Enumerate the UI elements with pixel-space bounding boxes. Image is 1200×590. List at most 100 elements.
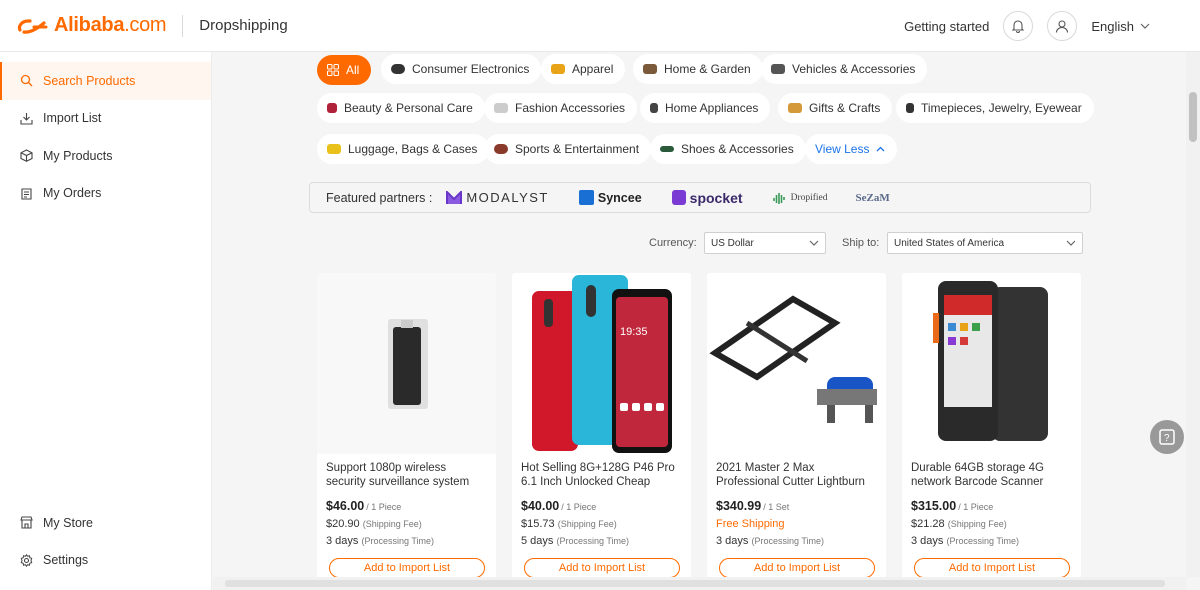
product-image[interactable]: [317, 273, 496, 454]
category-label: Consumer Electronics: [412, 62, 530, 76]
product-shipping: $15.73 (Shipping Fee): [521, 518, 617, 530]
category-chip-home-garden[interactable]: Home & Garden: [633, 54, 763, 84]
category-label: Gifts & Crafts: [809, 101, 881, 115]
category-chip-luggage[interactable]: Luggage, Bags & Cases: [317, 134, 490, 164]
watch-icon: [906, 103, 914, 113]
home-garden-icon: [643, 64, 657, 74]
featured-partners-bar: Featured partners : MODALYST Syncee spoc…: [309, 182, 1091, 213]
category-chip-apparel[interactable]: Apparel: [541, 54, 626, 84]
product-processing: 3 days (Processing Time): [326, 535, 435, 547]
barcode-scanner-image: [902, 273, 1081, 454]
product-card[interactable]: 19:35 Hot Selling 8G+128G P46 Pro 6.1 In…: [512, 273, 691, 577]
product-card[interactable]: Support 1080p wireless security surveill…: [317, 273, 496, 577]
sidebar-item-my-store[interactable]: My Store: [0, 504, 211, 542]
partner-spocket[interactable]: spocket: [671, 190, 743, 206]
language-selector[interactable]: English: [1091, 19, 1150, 34]
search-icon: [20, 75, 33, 87]
partner-name: Syncee: [597, 190, 642, 205]
ship-to-select[interactable]: United States of America: [887, 232, 1083, 254]
fashion-icon: [494, 103, 508, 113]
category-chip-vehicles-accessories[interactable]: Vehicles & Accessories: [761, 54, 928, 84]
partner-sezam[interactable]: SeZaM: [856, 192, 890, 204]
category-chip-consumer-electronics[interactable]: Consumer Electronics: [381, 54, 542, 84]
product-title[interactable]: Support 1080p wireless security surveill…: [326, 461, 488, 489]
sidebar-item-label: My Products: [43, 148, 113, 163]
spocket-logo-icon: [671, 190, 686, 205]
add-to-import-list-button[interactable]: Add to Import List: [719, 558, 875, 577]
partner-name: SeZaM: [855, 191, 890, 204]
category-chip-gifts-crafts[interactable]: Gifts & Crafts: [778, 93, 893, 123]
getting-started-link[interactable]: Getting started: [904, 19, 989, 34]
feedback-icon: ?: [1159, 429, 1175, 445]
view-less-button[interactable]: View Less: [805, 134, 898, 164]
smartphone-image: 19:35: [512, 273, 691, 454]
syncee-logo-icon: [578, 190, 594, 205]
sidebar-item-my-products[interactable]: My Products: [0, 137, 211, 175]
clipboard-icon: [21, 188, 32, 200]
featured-partners-label: Featured partners :: [326, 190, 433, 205]
product-image[interactable]: 19:35: [512, 273, 691, 454]
dropified-logo-icon: [772, 192, 785, 204]
product-title[interactable]: Hot Selling 8G+128G P46 Pro 6.1 Inch Unl…: [521, 461, 683, 489]
ship-to-label: Ship to:: [842, 237, 880, 249]
vertical-scrollbar[interactable]: [1186, 52, 1200, 577]
category-chip-beauty[interactable]: Beauty & Personal Care: [317, 93, 485, 123]
alibaba-logo[interactable]: Alibaba.com: [16, 14, 167, 37]
beauty-icon: [327, 103, 337, 113]
add-to-import-list-button[interactable]: Add to Import List: [329, 558, 485, 577]
sidebar-item-label: Settings: [43, 553, 89, 568]
bell-icon: [1012, 20, 1025, 33]
scrollbar-thumb[interactable]: [225, 580, 1165, 587]
partner-name: Dropified: [790, 192, 828, 203]
sports-icon: [494, 144, 508, 154]
sidebar-item-label: My Orders: [43, 186, 102, 201]
category-chip-sports[interactable]: Sports & Entertainment: [484, 134, 652, 164]
store-icon: [20, 516, 33, 529]
category-chip-timepieces[interactable]: Timepieces, Jewelry, Eyewear: [896, 93, 1094, 123]
category-chip-fashion-accessories[interactable]: Fashion Accessories: [484, 93, 638, 123]
modalyst-logo-icon: [446, 190, 463, 204]
product-price: $40.00/ 1 Piece: [521, 499, 597, 513]
chevron-down-icon: [1140, 23, 1150, 29]
sidebar-item-settings[interactable]: Settings: [0, 542, 211, 580]
svg-text:19:35: 19:35: [620, 326, 648, 338]
partner-syncee[interactable]: Syncee: [578, 190, 642, 205]
product-title[interactable]: Durable 64GB storage 4G network Barcode …: [911, 461, 1073, 489]
partner-dropified[interactable]: Dropified: [772, 192, 828, 204]
product-shipping: $20.90 (Shipping Fee): [326, 518, 422, 530]
category-chip-shoes[interactable]: Shoes & Accessories: [650, 134, 806, 164]
product-shipping: Free Shipping: [716, 518, 785, 530]
box-icon: [20, 149, 33, 163]
sidebar-item-import-list[interactable]: Import List: [0, 100, 211, 138]
category-chip-home-appliances[interactable]: Home Appliances: [640, 93, 771, 123]
account-button[interactable]: [1047, 11, 1078, 41]
add-to-import-list-button[interactable]: Add to Import List: [914, 558, 1070, 577]
view-less-label: View Less: [815, 142, 870, 156]
product-card[interactable]: 2021 Master 2 Max Professional Cutter Li…: [707, 273, 886, 577]
chevron-up-icon: [877, 146, 885, 152]
appliances-icon: [650, 103, 658, 113]
product-title[interactable]: 2021 Master 2 Max Professional Cutter Li…: [716, 461, 878, 489]
top-header: Alibaba.com Dropshipping Getting started…: [0, 0, 1200, 52]
horizontal-scrollbar[interactable]: [213, 577, 1186, 590]
feedback-button[interactable]: ?: [1150, 420, 1184, 454]
category-label: Shoes & Accessories: [681, 142, 794, 156]
luggage-icon: [327, 144, 341, 154]
product-image[interactable]: [902, 273, 1081, 454]
notifications-button[interactable]: [1003, 11, 1034, 41]
product-price: $340.99/ 1 Set: [716, 499, 790, 513]
product-price: $315.00/ 1 Piece: [911, 499, 994, 513]
add-to-import-list-button[interactable]: Add to Import List: [524, 558, 680, 577]
sidebar-item-search-products[interactable]: Search Products: [0, 62, 211, 100]
category-chip-all[interactable]: All: [317, 55, 372, 85]
product-processing: 3 days (Processing Time): [911, 535, 1020, 547]
category-label: Beauty & Personal Care: [344, 101, 473, 115]
scrollbar-thumb[interactable]: [1189, 92, 1197, 142]
main-content: All Consumer Electronics Apparel Home & …: [213, 52, 1186, 577]
product-image[interactable]: [707, 273, 886, 454]
currency-label: Currency:: [649, 237, 697, 249]
product-card[interactable]: Durable 64GB storage 4G network Barcode …: [902, 273, 1081, 577]
partner-modalyst[interactable]: MODALYST: [446, 190, 549, 205]
currency-select[interactable]: US Dollar: [704, 232, 826, 254]
sidebar-item-my-orders[interactable]: My Orders: [0, 175, 211, 213]
